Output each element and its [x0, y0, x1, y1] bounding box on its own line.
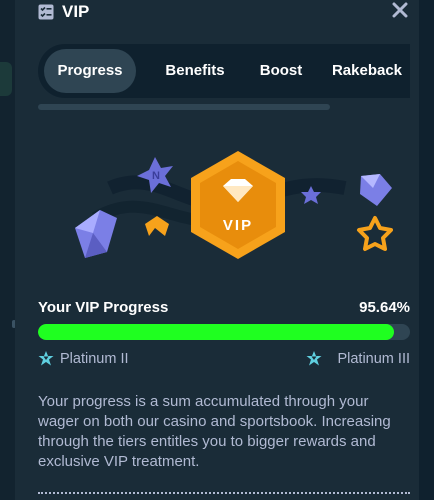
- tab-progress[interactable]: Progress: [44, 49, 136, 93]
- background-right: [419, 0, 434, 500]
- vip-modal: VIP Progress Benefits Boost Rakeback N V…: [15, 0, 419, 500]
- next-tier: Platinum III: [306, 349, 410, 369]
- platinum-tier-icon: [306, 351, 322, 366]
- tab-boost[interactable]: Boost: [246, 49, 316, 93]
- progress-bar: [38, 324, 410, 340]
- vip-badge-icon: VIP: [191, 151, 285, 259]
- next-tier-label: Platinum III: [337, 351, 410, 367]
- svg-text:N: N: [152, 170, 160, 182]
- tab-bar: Progress Benefits Boost Rakeback: [38, 44, 410, 98]
- star-outline-icon: [357, 216, 393, 251]
- boomerang-icon: [145, 216, 169, 236]
- progress-description: Your progress is a sum accumulated throu…: [38, 393, 391, 470]
- progress-percentage: 95.64%: [359, 299, 410, 316]
- modal-header: VIP: [15, 0, 419, 26]
- close-icon[interactable]: [392, 2, 408, 18]
- current-tier-label: Platinum II: [60, 351, 129, 367]
- tab-benefits[interactable]: Benefits: [150, 49, 240, 93]
- progress-bar-fill: [38, 324, 394, 340]
- svg-text:VIP: VIP: [223, 217, 253, 234]
- tab-scrollbar[interactable]: [38, 104, 330, 110]
- diamond-icon: [75, 210, 117, 258]
- background-decoration: [0, 62, 12, 96]
- progress-title: Your VIP Progress: [38, 299, 169, 316]
- vip-list-icon: [38, 4, 54, 20]
- modal-title: VIP: [62, 2, 90, 21]
- dotted-divider: [38, 492, 410, 494]
- platinum-tier-icon: [38, 351, 54, 366]
- tab-rakeback[interactable]: Rakeback: [324, 49, 410, 93]
- diamond-icon: [360, 174, 392, 206]
- vip-illustration: N VIP: [75, 151, 393, 259]
- background-sidebar: [0, 0, 16, 500]
